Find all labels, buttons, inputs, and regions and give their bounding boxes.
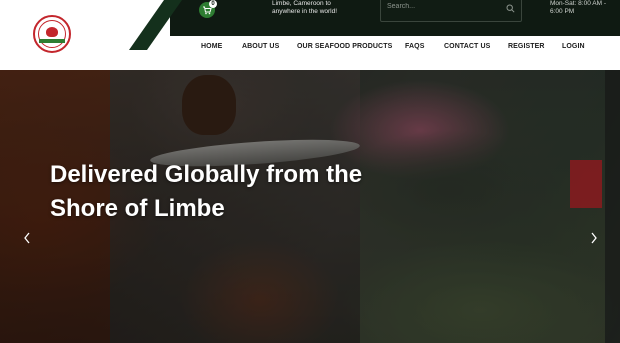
search-icon[interactable]: [506, 4, 515, 13]
slider-prev-button[interactable]: [22, 232, 32, 246]
opening-hours: Mon-Sat: 8:00 AM - 6:00 PM: [550, 0, 606, 15]
nav-login[interactable]: LOGIN: [562, 43, 585, 50]
cart-count-badge: 0: [209, 0, 217, 8]
main-nav: HOME ABOUT US OUR SEAFOOD PRODUCTS FAQS …: [0, 43, 620, 63]
nav-home[interactable]: HOME: [201, 43, 222, 50]
chevron-right-icon: [591, 232, 597, 244]
chevron-left-icon: [24, 232, 30, 244]
nav-register[interactable]: REGISTER: [508, 43, 545, 50]
shipping-info: Limbe, Cameroon to anywhere in the world…: [272, 0, 338, 15]
nav-contact-us[interactable]: CONTACT US: [444, 43, 490, 50]
nav-seafood-products[interactable]: OUR SEAFOOD PRODUCTS: [297, 43, 392, 50]
hero-title: Delivered Globally from the Shore of Lim…: [50, 161, 363, 222]
hero-slider: Delivered Globally from the Shore of Lim…: [0, 70, 620, 343]
slider-next-button[interactable]: [589, 232, 599, 246]
crab-icon: [46, 27, 58, 37]
search-input[interactable]: [387, 3, 497, 10]
nav-about-us[interactable]: ABOUT US: [242, 43, 279, 50]
search-box: [380, 0, 522, 22]
nav-faqs[interactable]: FAQS: [405, 43, 424, 50]
